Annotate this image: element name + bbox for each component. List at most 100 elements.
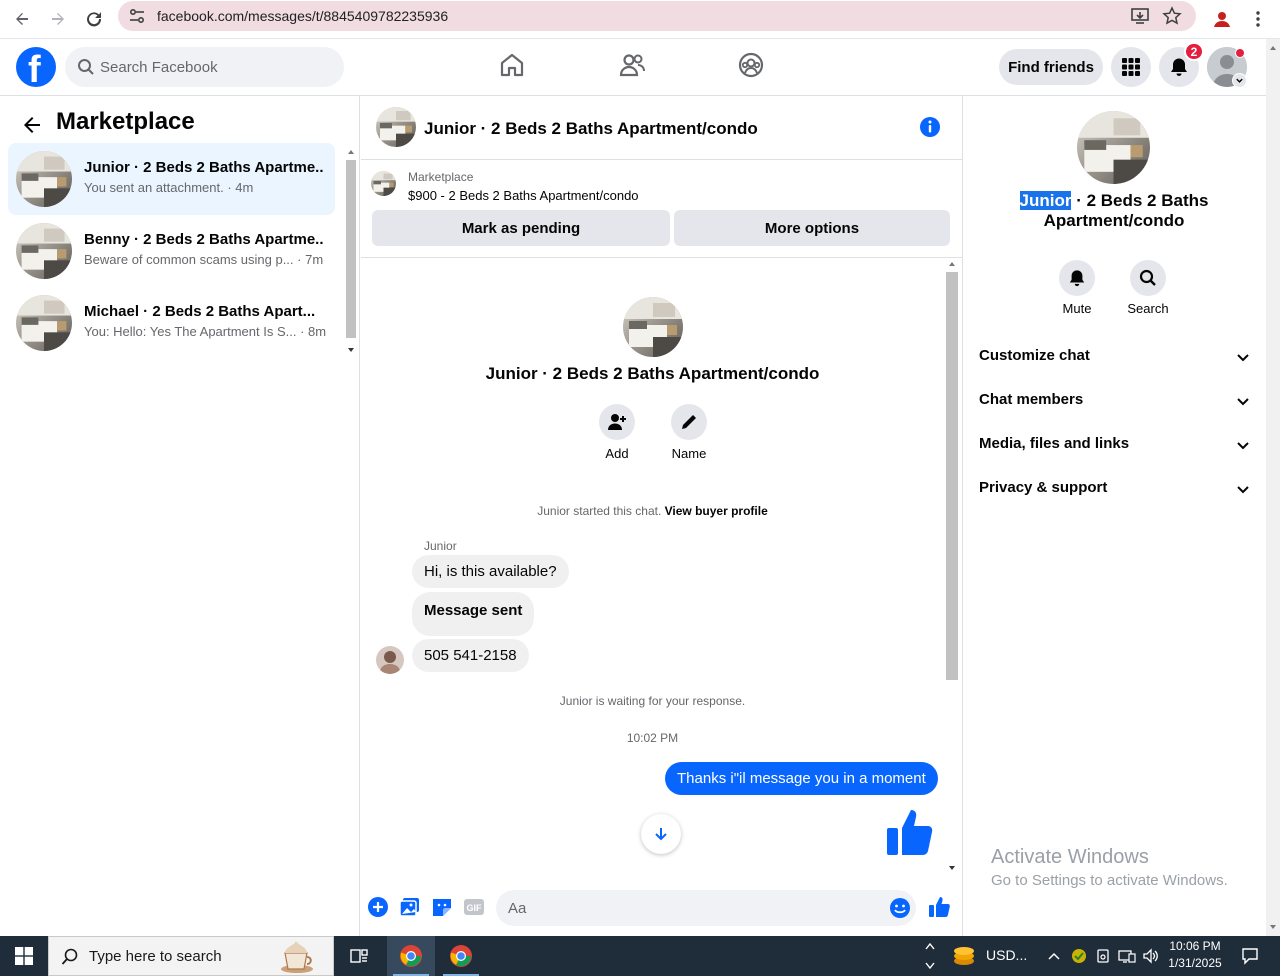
incoming-message[interactable]: Hi, is this available? [412,555,569,588]
taskbar-overflow-arrows-icon[interactable] [920,936,940,976]
forward-icon[interactable] [44,5,72,33]
mark-as-pending-button[interactable]: Mark as pending [372,210,670,246]
section-label: Customize chat [979,347,1090,364]
currency-ticker-label[interactable]: USD... [986,947,1027,963]
show-hidden-icons-chevron-icon[interactable] [1042,936,1066,976]
search-bar[interactable] [65,47,344,87]
section-label: Privacy & support [979,479,1108,496]
listing-avatar [1077,111,1150,184]
message-input[interactable] [508,890,878,926]
add-person-icon[interactable] [599,404,635,440]
listing-avatar [16,295,72,351]
scrollbar-thumb[interactable] [346,160,356,338]
outgoing-message[interactable]: Thanks i"il message you in a moment [665,762,938,795]
mute-label: Mute [1062,301,1092,316]
marketplace-inbox-panel: Marketplace Junior · 2 Beds 2 Baths Apar… [0,96,360,936]
address-bar[interactable]: facebook.com/messages/t/8845409782235936 [118,1,1196,31]
chat-started-notice: Junior started this chat. View buyer pro… [361,504,944,518]
search-input[interactable] [100,47,340,87]
listing-summary: Marketplace $900 - 2 Beds 2 Baths Apartm… [361,160,962,258]
facebook-header: f Find friends 2 [0,39,1266,96]
arrow-down-icon [655,828,667,841]
sender-avatar[interactable] [376,646,404,674]
section-media-files-links[interactable]: Media, files and links [979,427,1251,463]
account-chevron-icon[interactable] [1232,73,1247,88]
page-scrollbar[interactable] [1266,39,1280,936]
gif-icon[interactable]: GIF [463,896,485,918]
menu-grid-icon[interactable] [1111,47,1151,87]
scroll-to-bottom-button[interactable] [641,814,681,854]
section-chat-members[interactable]: Chat members [979,383,1251,419]
security-shield-icon[interactable] [1068,936,1090,976]
more-options-button[interactable]: More options [674,210,950,246]
bookmark-star-icon[interactable] [1162,6,1182,26]
taskbar-search-box[interactable]: Type here to search [48,936,334,976]
groups-icon[interactable] [737,51,765,79]
listing-price[interactable]: $900 - 2 Beds 2 Baths Apartment/condo [408,188,639,203]
info-icon[interactable] [919,116,941,138]
currency-ticker-icon[interactable] [944,936,984,976]
notification-center-icon[interactable] [1230,936,1270,976]
conversation-title[interactable]: Junior · 2 Beds 2 Baths Apartment/condo [424,119,758,139]
device-icon[interactable] [1092,936,1114,976]
install-app-icon[interactable] [1130,6,1150,26]
chat-info-title: Junior · 2 Beds 2 Baths Apartment/condo [983,191,1245,231]
friends-icon[interactable] [618,51,646,79]
sticker-icon[interactable] [431,896,453,918]
search-highlight-hot-drink-icon [281,941,313,973]
chrome-menu-icon[interactable] [1244,5,1272,33]
clock-time: 10:06 PM [1169,939,1221,953]
section-label: Chat members [979,391,1084,408]
conversation-header: Junior · 2 Beds 2 Baths Apartment/condo [361,96,962,160]
section-privacy-support[interactable]: Privacy & support [979,471,1251,507]
thumbs-up-icon [884,806,936,858]
site-settings-icon[interactable] [128,7,146,25]
scrollbar-thumb[interactable] [946,272,958,680]
notification-count-badge: 2 [1184,42,1204,61]
windows-start-icon[interactable] [0,936,48,976]
incoming-message[interactable]: Message sent [412,592,535,636]
search-in-chat-icon[interactable] [1130,260,1166,296]
conversation-preview: You: Hello: Yes The Apartment Is S... · … [84,324,327,339]
mute-bell-icon[interactable] [1059,260,1095,296]
find-friends-button[interactable]: Find friends [999,49,1103,85]
photo-attach-icon[interactable] [399,896,421,918]
back-icon[interactable] [8,5,36,33]
message-timestamp: 10:02 PM [626,731,679,745]
listing-thumbnail[interactable] [371,171,396,196]
send-like-icon[interactable] [928,896,950,918]
task-view-icon[interactable] [335,936,383,976]
facebook-logo[interactable]: f [16,47,56,91]
volume-icon[interactable] [1140,936,1162,976]
windows-taskbar: Type here to search USD... 10:06 PM 1/31… [0,936,1280,976]
chrome-profile-taskbar-icon[interactable] [437,936,485,976]
conversation-item-michael[interactable]: Michael · 2 Beds 2 Baths Apart... You: H… [8,287,335,359]
browser-toolbar: facebook.com/messages/t/8845409782235936 [0,0,1280,39]
chrome-profile-icon[interactable] [1208,5,1236,33]
conversation-panel: Junior · 2 Beds 2 Baths Apartment/condo … [361,96,962,936]
section-customize-chat[interactable]: Customize chat [979,339,1251,375]
reload-icon[interactable] [80,5,108,33]
message-input-box[interactable] [496,890,916,926]
back-arrow-icon[interactable] [20,113,44,137]
taskbar-clock[interactable]: 10:06 PM 1/31/2025 [1163,938,1227,972]
message-composer: GIF [361,878,962,936]
sender-name: Junior [424,539,457,553]
conversation-item-junior[interactable]: Junior · 2 Beds 2 Baths Apartme... You s… [8,143,335,215]
svg-text:GIF: GIF [467,903,483,913]
home-icon[interactable] [498,51,526,79]
edit-name-icon[interactable] [671,404,707,440]
conversation-item-benny[interactable]: Benny · 2 Beds 2 Baths Apartme... Beware… [8,215,335,287]
view-buyer-profile-link[interactable]: View buyer profile [665,504,768,518]
section-label: Media, files and links [979,435,1130,452]
clock-date: 1/31/2025 [1168,956,1222,970]
conversation-list-scrollbar[interactable] [344,146,358,356]
listing-avatar[interactable] [376,107,416,147]
chrome-taskbar-icon[interactable] [387,936,435,976]
network-icon[interactable] [1116,936,1138,976]
chat-started-text: Junior started this chat. [537,504,662,518]
plus-circle-icon[interactable] [367,896,389,918]
incoming-message[interactable]: 505 541-2158 [412,639,529,672]
emoji-icon[interactable] [889,897,911,919]
message-thread-scrollbar[interactable] [944,258,960,878]
